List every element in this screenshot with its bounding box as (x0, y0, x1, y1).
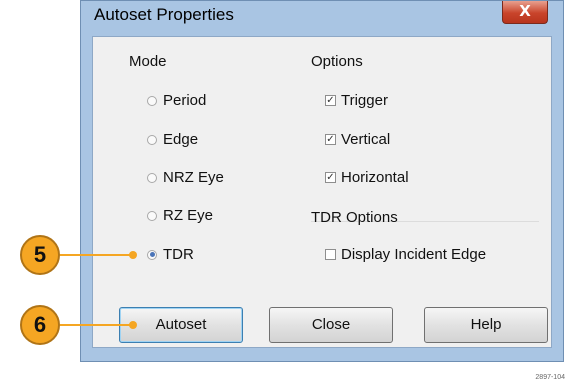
callout-6: 6 (20, 305, 60, 345)
radio-indicator (147, 210, 157, 221)
option-label-vertical: Vertical (341, 131, 391, 148)
callout-5-leader (60, 254, 134, 256)
mode-label-period: Period (163, 92, 207, 109)
mode-heading: Mode (129, 53, 167, 70)
checkbox-box (325, 249, 336, 260)
option-label-horizontal: Horizontal (341, 169, 409, 186)
checkmark-icon: ✓ (325, 134, 336, 145)
radio-indicator (147, 95, 157, 106)
mode-label-rz-eye: RZ Eye (163, 207, 214, 224)
help-button[interactable]: Help (424, 307, 548, 343)
option-checkbox-display-incident-edge[interactable]: Display Incident Edge (325, 246, 486, 263)
option-label-trigger: Trigger (341, 92, 388, 109)
option-label-display-incident-edge: Display Incident Edge (341, 246, 487, 263)
option-checkbox-vertical[interactable]: ✓ Vertical (325, 131, 390, 148)
close-icon: X (519, 2, 531, 20)
mode-label-edge: Edge (163, 131, 199, 148)
callout-5-pointer (129, 251, 137, 259)
option-checkbox-trigger[interactable]: ✓ Trigger (325, 92, 388, 109)
autoset-button[interactable]: Autoset (119, 307, 243, 343)
dialog-client-area: Mode Period Edge NRZ Eye RZ Eye TDR Opti… (92, 36, 552, 348)
title-bar: Autoset Properties X (81, 1, 563, 36)
close-button[interactable]: Close (269, 307, 393, 343)
callout-6-leader (60, 324, 134, 326)
autoset-properties-dialog: Autoset Properties X Mode Period Edge NR… (80, 0, 564, 362)
mode-radio-tdr[interactable]: TDR (147, 246, 194, 263)
checkmark-icon: ✓ (325, 95, 336, 106)
options-heading: Options (311, 53, 363, 70)
callout-5: 5 (20, 235, 60, 275)
figure-id: 2897-104 (535, 374, 565, 381)
radio-indicator-selected (147, 249, 157, 260)
mode-radio-rz-eye[interactable]: RZ Eye (147, 207, 213, 224)
mode-radio-edge[interactable]: Edge (147, 131, 198, 148)
mode-radio-nrz-eye[interactable]: NRZ Eye (147, 169, 224, 186)
dialog-title: Autoset Properties (94, 5, 234, 24)
mode-radio-period[interactable]: Period (147, 92, 206, 109)
tdr-options-heading: TDR Options (311, 209, 398, 226)
checkmark-icon: ✓ (325, 172, 336, 183)
close-window-button[interactable]: X (502, 1, 548, 24)
callout-6-pointer (129, 321, 137, 329)
mode-label-tdr: TDR (163, 246, 194, 263)
radio-indicator (147, 134, 157, 145)
option-checkbox-horizontal[interactable]: ✓ Horizontal (325, 169, 409, 186)
mode-label-nrz-eye: NRZ Eye (163, 169, 224, 186)
radio-indicator (147, 172, 157, 183)
